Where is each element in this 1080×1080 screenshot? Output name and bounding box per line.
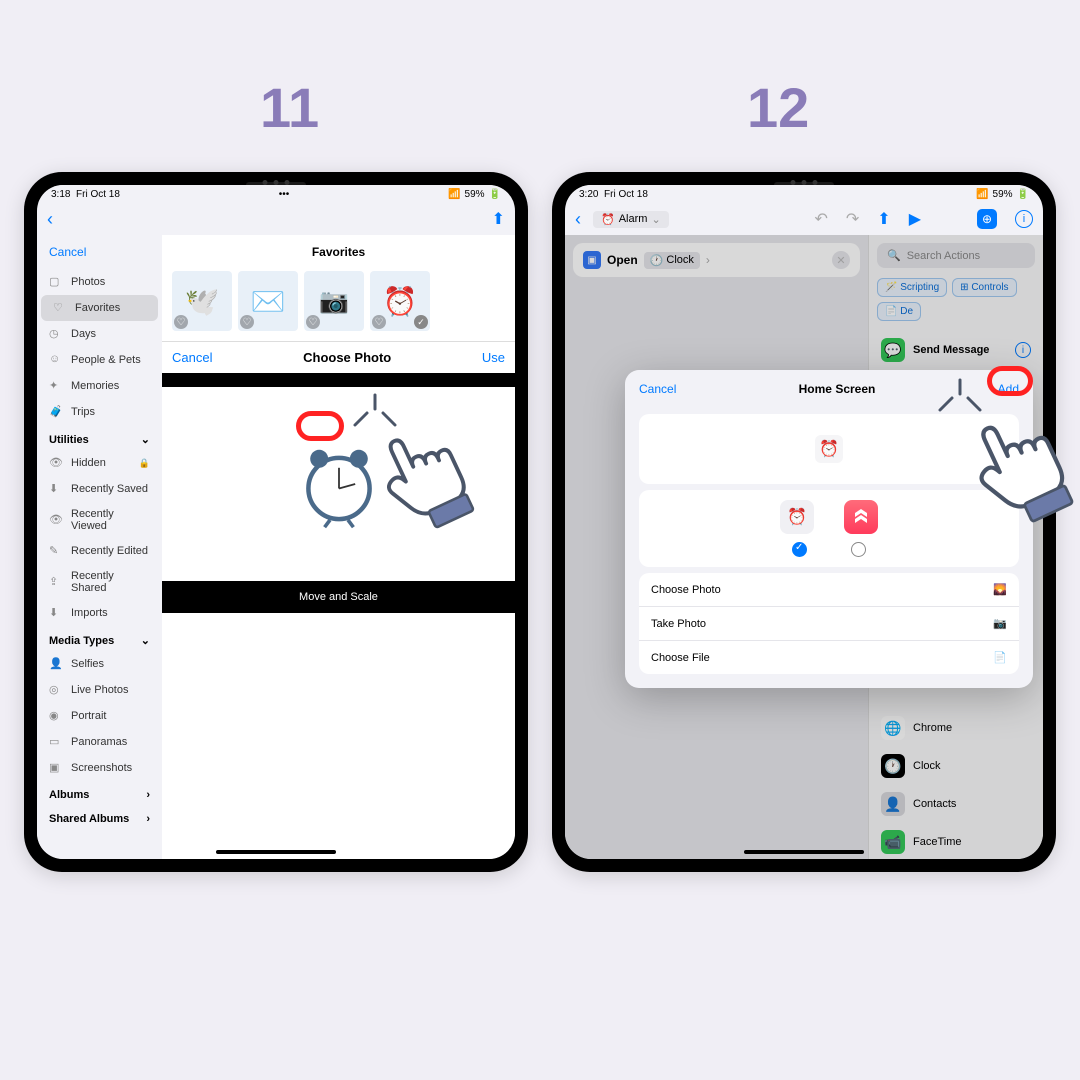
sidebar-item-memories[interactable]: ✦Memories <box>37 373 162 399</box>
add-action-icon[interactable]: ⊕ <box>977 209 997 229</box>
home-indicator[interactable] <box>744 850 864 854</box>
sidebar-item-screenshots[interactable]: ▣Screenshots <box>37 755 162 781</box>
media-header[interactable]: Media Types⌄ <box>37 626 162 651</box>
sidebar-item-viewed[interactable]: 👁Recently Viewed <box>37 502 162 538</box>
choose-cancel-button[interactable]: Cancel <box>172 350 212 365</box>
sidebar-item-imports[interactable]: ⬇Imports <box>37 600 162 626</box>
sheet-add-button[interactable]: Add <box>998 382 1019 396</box>
photo-icon: 🌄 <box>993 583 1007 596</box>
thumbnail[interactable]: 🕊️♡ <box>172 271 232 331</box>
play-icon[interactable]: ▶ <box>909 209 921 229</box>
sidebar-item-people[interactable]: ☺People & Pets <box>37 347 162 373</box>
radio-selected[interactable] <box>792 542 807 557</box>
cancel-button[interactable]: Cancel <box>37 235 162 269</box>
sheet-title: Home Screen <box>676 382 997 396</box>
sidebar-item-selfies[interactable]: 👤Selfies <box>37 651 162 677</box>
share-icon[interactable]: ⬆ <box>877 209 890 229</box>
redo-icon[interactable]: ↷ <box>846 209 859 229</box>
sidebar-item-portrait[interactable]: ◉Portrait <box>37 703 162 729</box>
sidebar-item-shared[interactable]: ⇪Recently Shared <box>37 564 162 600</box>
sidebar-item-edited[interactable]: ✎Recently Edited <box>37 538 162 564</box>
favorites-title: Favorites <box>162 235 515 265</box>
sidebar-item-hidden[interactable]: 👁Hidden🔒 <box>37 450 162 476</box>
clock-icon <box>294 439 384 529</box>
ipad-11: 3:18 Fri Oct 18 ••• 📶59%🔋 ‹ ⬆ Cancel ▢Ph… <box>24 172 528 872</box>
undo-icon[interactable]: ↶ <box>814 209 827 229</box>
choose-file-row[interactable]: Choose File📄 <box>639 641 1019 674</box>
icon-option-shortcuts[interactable] <box>844 500 878 534</box>
home-indicator[interactable] <box>216 850 336 854</box>
thumbnail[interactable]: ⏰♡✓ <box>370 271 430 331</box>
toolbar: ‹ ⬆ <box>37 203 515 235</box>
step-number-11: 11 <box>260 75 319 140</box>
photos-sidebar: Cancel ▢Photos ♡Favorites ◷Days ☺People … <box>37 235 162 859</box>
sidebar-item-photos[interactable]: ▢Photos <box>37 269 162 295</box>
status-bar: 3:18 Fri Oct 18 ••• 📶59%🔋 <box>37 185 515 203</box>
icon-preview: ⏰ <box>639 414 1019 484</box>
photo-crop-area[interactable]: Move and Scale <box>162 373 515 613</box>
choose-photo-title: Choose Photo <box>212 350 481 365</box>
camera-icon: 📷 <box>993 617 1007 630</box>
choose-photo-row[interactable]: Choose Photo🌄 <box>639 573 1019 607</box>
icon-option-clock[interactable]: ⏰ <box>780 500 814 534</box>
sheet-cancel-button[interactable]: Cancel <box>639 382 676 396</box>
sidebar-item-favorites[interactable]: ♡Favorites <box>41 295 158 321</box>
sidebar-item-livephotos[interactable]: ◎Live Photos <box>37 677 162 703</box>
thumbnail[interactable]: ✉️♡ <box>238 271 298 331</box>
sidebar-item-panoramas[interactable]: ▭Panoramas <box>37 729 162 755</box>
file-icon: 📄 <box>993 651 1007 664</box>
thumbnail[interactable]: 📷♡ <box>304 271 364 331</box>
back-button[interactable]: ‹ <box>575 209 581 230</box>
status-bar: 3:20 Fri Oct 18 📶59%🔋 <box>565 185 1043 203</box>
shortcuts-toolbar: ‹ ⏰Alarm⌄ ↶ ↷ ⬆ ▶ ⊕ i <box>565 203 1043 235</box>
sidebar-item-saved[interactable]: ⬇Recently Saved <box>37 476 162 502</box>
sidebar-item-days[interactable]: ◷Days <box>37 321 162 347</box>
take-photo-row[interactable]: Take Photo📷 <box>639 607 1019 641</box>
move-scale-label: Move and Scale <box>162 581 515 613</box>
radio-unselected[interactable] <box>851 542 866 557</box>
albums-header[interactable]: Albums› <box>37 781 162 805</box>
shortcut-name-pill[interactable]: ⏰Alarm⌄ <box>593 211 669 228</box>
step-number-12: 12 <box>747 75 809 140</box>
home-screen-sheet: Cancel Home Screen Add ⏰ ⏰ Choose Photo🌄… <box>625 370 1033 688</box>
use-button[interactable]: Use <box>482 350 505 365</box>
utilities-header[interactable]: Utilities⌄ <box>37 425 162 450</box>
ipad-12: 3:20 Fri Oct 18 📶59%🔋 ‹ ⏰Alarm⌄ ↶ ↷ ⬆ ▶ … <box>552 172 1056 872</box>
info-icon[interactable]: i <box>1015 210 1033 228</box>
sidebar-item-trips[interactable]: 🧳Trips <box>37 399 162 425</box>
shared-albums-header[interactable]: Shared Albums› <box>37 805 162 829</box>
